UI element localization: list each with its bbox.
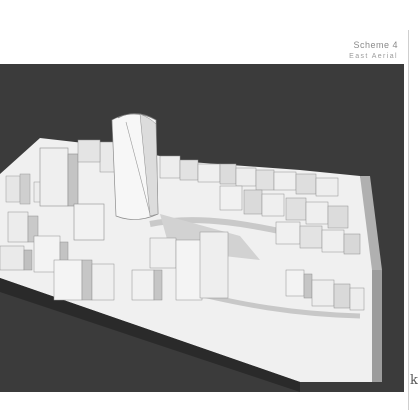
model-base-side-right — [372, 270, 382, 382]
proposed-tower — [111, 113, 159, 220]
title-block: Scheme 4 East Aerial — [349, 40, 398, 61]
firm-logo-mark: k — [410, 373, 418, 388]
scheme-title: Scheme 4 — [353, 40, 398, 50]
massing-model-render — [0, 113, 382, 392]
view-title: East Aerial — [349, 53, 398, 60]
sheet-border-line — [408, 30, 409, 410]
aerial-render-viewport — [0, 64, 404, 392]
sheet: Scheme 4 East Aerial k — [0, 0, 420, 420]
